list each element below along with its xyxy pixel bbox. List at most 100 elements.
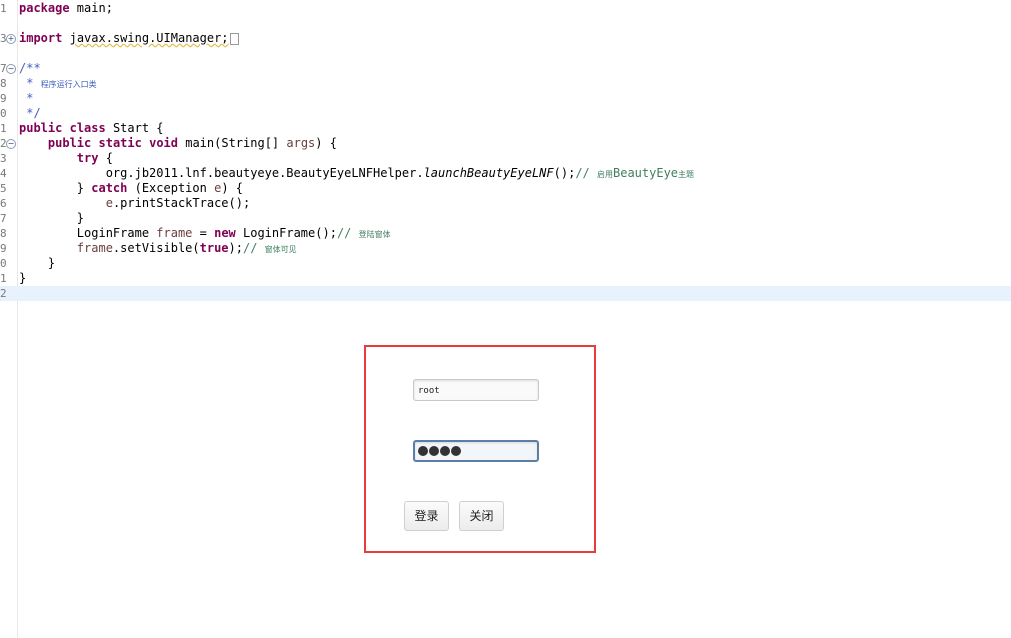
code-line[interactable]: 2 xyxy=(0,286,1011,301)
line-number: 1 xyxy=(0,2,7,15)
collapse-fold-icon[interactable]: − xyxy=(6,64,16,74)
code-token: */ xyxy=(19,106,41,120)
code-text: frame.setVisible(true);// 窗体可见 xyxy=(19,241,297,257)
password-input[interactable] xyxy=(413,440,539,462)
code-line[interactable]: 4 org.jb2011.lnf.beautyeye.BeautyEyeLNFH… xyxy=(0,166,1011,181)
code-token: static xyxy=(98,136,142,150)
username-input[interactable]: root xyxy=(413,379,539,401)
code-line[interactable]: 7−/** xyxy=(0,61,1011,76)
collapse-fold-icon[interactable]: − xyxy=(6,139,16,149)
code-text: } xyxy=(19,271,26,286)
line-number: 1 xyxy=(0,122,7,135)
code-line[interactable]: 3 try { xyxy=(0,151,1011,166)
close-button[interactable]: 关闭 xyxy=(459,501,504,531)
code-token: /** xyxy=(19,61,41,75)
code-token: public xyxy=(47,136,92,150)
line-number: 0 xyxy=(0,257,7,270)
code-token: frame xyxy=(156,226,193,240)
code-line[interactable]: 8 * 程序运行入口类 xyxy=(0,76,1011,91)
code-line[interactable]: 1 package main; xyxy=(0,1,1011,16)
expand-fold-icon[interactable]: + xyxy=(6,34,16,44)
line-number: 4 xyxy=(0,167,7,180)
line-number: 9 xyxy=(0,92,7,105)
code-token: package xyxy=(19,1,70,15)
code-token: launchBeautyEyeLNF xyxy=(423,166,554,180)
code-line[interactable]: 0 */ xyxy=(0,106,1011,121)
code-line[interactable]: 3 + import javax.swing.UIManager; xyxy=(0,31,1011,46)
code-token: * xyxy=(19,76,41,90)
code-token: ); xyxy=(228,241,243,255)
password-dot-icon xyxy=(451,446,461,456)
code-text: /** xyxy=(19,61,41,76)
code-token: { xyxy=(98,151,113,165)
line-number: 0 xyxy=(0,107,7,120)
code-token: javax.swing.UIManager; xyxy=(69,31,229,45)
code-token: // xyxy=(336,226,359,240)
code-token: class xyxy=(69,121,106,135)
code-text: org.jb2011.lnf.beautyeye.BeautyEyeLNFHel… xyxy=(19,166,694,182)
code-token: 主题 xyxy=(678,170,695,179)
code-token: } xyxy=(19,256,56,270)
code-line[interactable] xyxy=(0,16,1011,31)
login-button[interactable]: 登录 xyxy=(404,501,449,531)
code-token: new xyxy=(214,226,236,240)
code-text: } xyxy=(19,256,55,271)
code-token: Start { xyxy=(105,121,164,135)
code-token: true xyxy=(199,241,229,255)
line-number: 2 xyxy=(0,287,7,300)
password-dot-icon xyxy=(429,446,439,456)
code-token: main; xyxy=(69,1,113,15)
code-token: * xyxy=(19,91,34,105)
code-token: frame xyxy=(76,241,113,255)
code-line[interactable]: 1} xyxy=(0,271,1011,286)
code-line[interactable]: 5 } catch (Exception e) { xyxy=(0,181,1011,196)
code-token: = xyxy=(192,226,215,240)
code-token: } xyxy=(19,271,27,285)
code-token: ) { xyxy=(315,136,337,150)
line-number: 6 xyxy=(0,197,7,210)
code-line[interactable]: 1 public class Start { xyxy=(0,121,1011,136)
line-number: 3 xyxy=(0,152,7,165)
password-dot-icon xyxy=(440,446,450,456)
code-token: void xyxy=(149,136,178,150)
password-dot-icon xyxy=(418,446,428,456)
code-text: package main; xyxy=(19,1,113,16)
line-number: 7 xyxy=(0,212,7,225)
code-line[interactable]: 2− public static void main(String[] args… xyxy=(0,136,1011,151)
line-number: 8 xyxy=(0,77,7,90)
code-line[interactable]: 7 } xyxy=(0,211,1011,226)
code-line[interactable] xyxy=(0,46,1011,61)
code-text: public class Start { xyxy=(19,121,164,136)
login-window: root 登录 关闭 xyxy=(364,345,596,553)
code-line[interactable]: 8 LoginFrame frame = new LoginFrame();//… xyxy=(0,226,1011,241)
code-line[interactable]: 6 e.printStackTrace(); xyxy=(0,196,1011,211)
code-token: LoginFrame(); xyxy=(235,226,337,240)
code-token: 启用 xyxy=(597,170,613,179)
code-text: import javax.swing.UIManager; xyxy=(19,31,239,46)
code-token: } xyxy=(19,211,85,225)
line-number: 1 xyxy=(0,272,7,285)
code-text: e.printStackTrace(); xyxy=(19,196,251,211)
code-token: 登陆窗体 xyxy=(358,230,391,239)
code-token: // xyxy=(575,166,597,180)
code-line[interactable]: 9 frame.setVisible(true);// 窗体可见 xyxy=(0,241,1011,256)
code-token: } xyxy=(19,181,92,195)
collapsed-imports-icon[interactable] xyxy=(229,32,239,45)
code-line[interactable]: 9 * xyxy=(0,91,1011,106)
code-token: catch xyxy=(91,181,128,195)
line-number: 5 xyxy=(0,182,7,195)
code-token: e xyxy=(105,196,113,210)
code-line[interactable]: 0 } xyxy=(0,256,1011,271)
line-number: 8 xyxy=(0,227,7,240)
code-token: 窗体可见 xyxy=(264,245,297,254)
code-token: args xyxy=(286,136,316,150)
code-text: * xyxy=(19,91,33,106)
code-token: try xyxy=(76,151,99,165)
code-token: import xyxy=(19,31,63,45)
